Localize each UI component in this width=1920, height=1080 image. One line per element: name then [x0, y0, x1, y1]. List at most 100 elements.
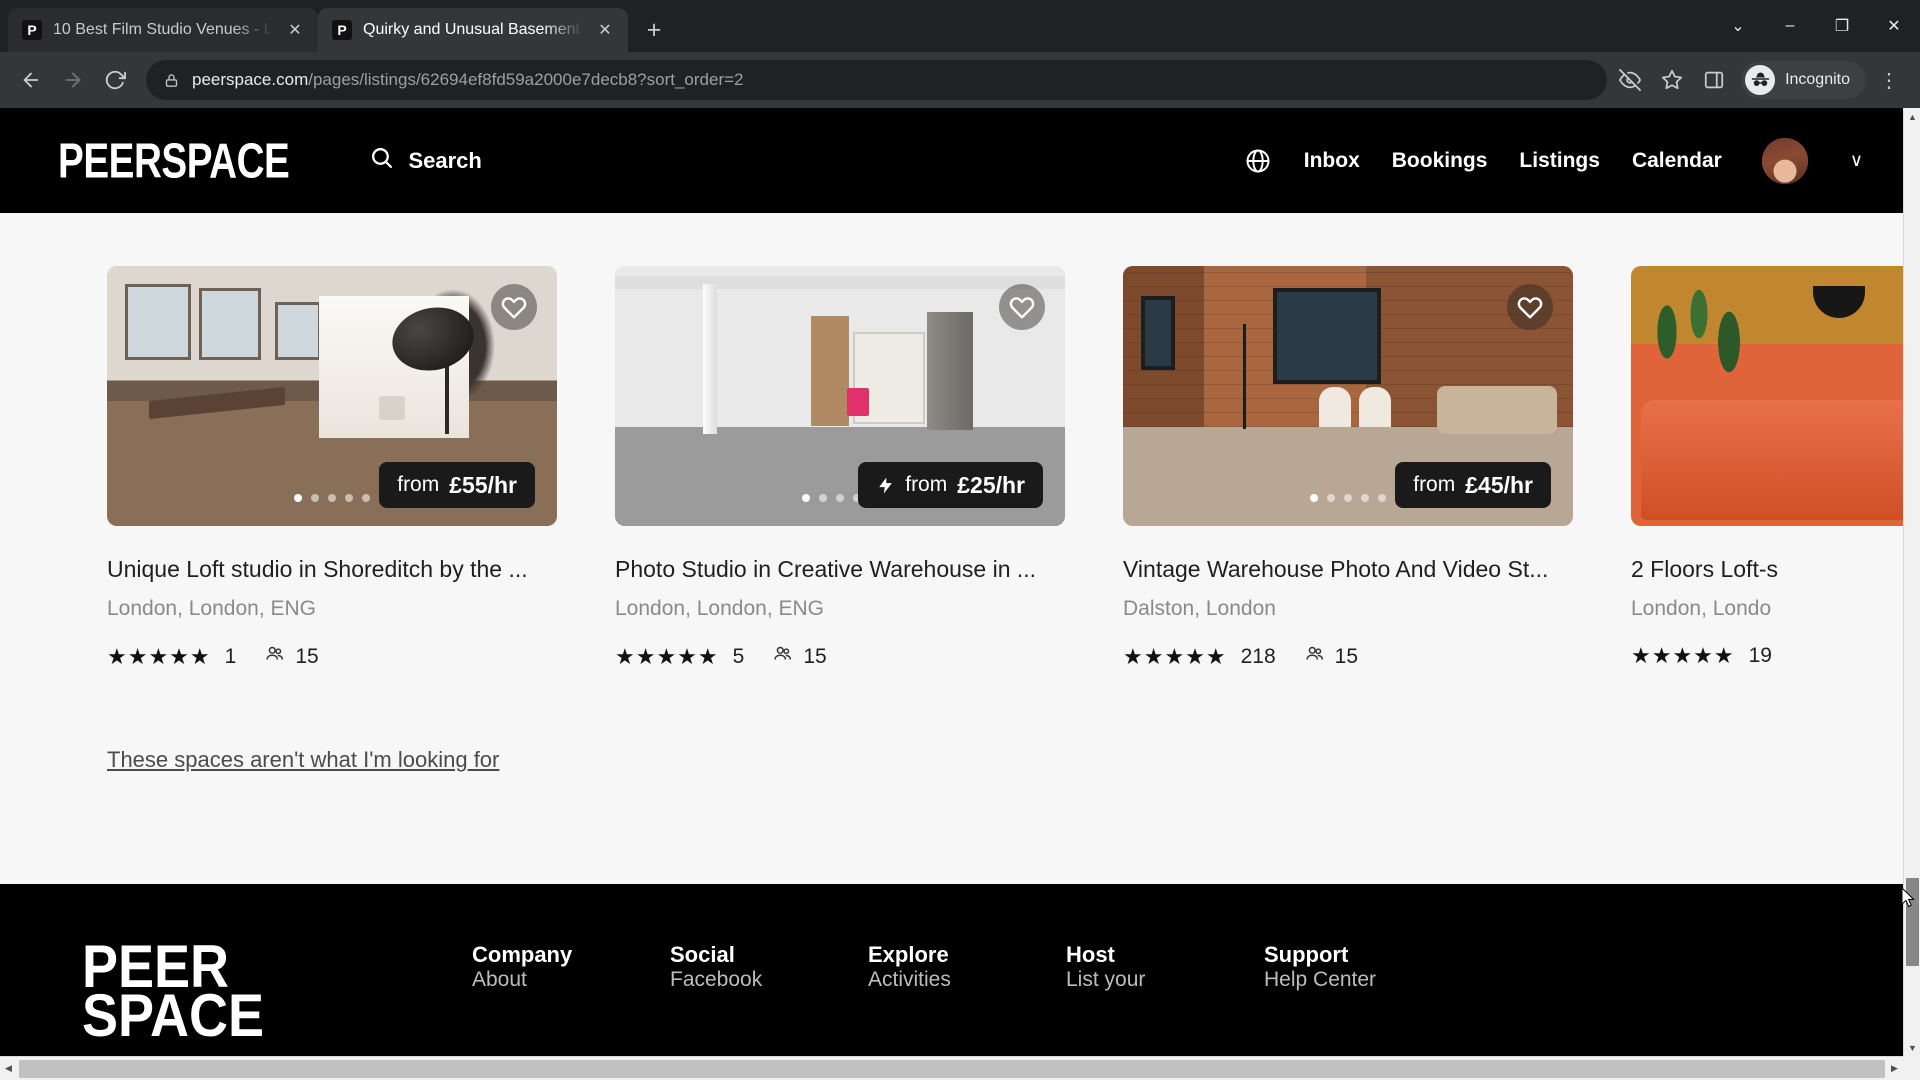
nav-item-listings[interactable]: Listings [1519, 149, 1600, 173]
horizontal-scrollbar-thumb[interactable] [19, 1060, 1885, 1078]
scroll-up-arrow-icon[interactable]: ▲ [1904, 108, 1920, 125]
nav-item-inbox[interactable]: Inbox [1304, 149, 1360, 173]
close-window-button[interactable]: ✕ [1868, 0, 1920, 52]
footer-column-support: Support Help Center [1264, 942, 1462, 1040]
capacity-count: 15 [803, 645, 827, 668]
eye-slash-icon[interactable] [1611, 61, 1649, 99]
scroll-down-arrow-icon[interactable]: ▼ [1904, 1039, 1920, 1056]
reload-button[interactable] [96, 61, 134, 99]
incognito-icon [1745, 65, 1776, 95]
peerspace-logo[interactable]: PEERSPACE [58, 132, 290, 189]
capacity-group: 15 [772, 643, 827, 671]
listing-title[interactable]: Unique Loft studio in Shoreditch by the … [107, 556, 557, 583]
listing-location: London, London, ENG [107, 597, 316, 620]
maximize-button[interactable]: ❐ [1816, 0, 1868, 52]
carousel-dot[interactable] [1361, 494, 1369, 502]
carousel-dots[interactable] [294, 494, 370, 502]
capacity-group: 15 [1304, 643, 1358, 671]
carousel-dot[interactable] [328, 494, 336, 502]
rating-stars: ★★★★★ [1631, 643, 1735, 668]
carousel-dot[interactable] [1327, 494, 1335, 502]
address-bar[interactable]: peerspace.com/pages/listings/62694ef8fd5… [146, 60, 1608, 100]
not-looking-for-link[interactable]: These spaces aren't what I'm looking for [107, 747, 499, 773]
star-icon[interactable] [1653, 61, 1691, 99]
listing-stats: ★★★★★ 1 15 [107, 643, 557, 671]
carousel-dot[interactable] [1344, 494, 1352, 502]
avatar[interactable] [1761, 137, 1808, 184]
carousel-dot[interactable] [362, 494, 370, 502]
listing-card[interactable]: from £55/hr Unique Loft studio in Shored… [107, 266, 557, 671]
capacity-count: 15 [1334, 645, 1359, 668]
vertical-scrollbar[interactable]: ▲ ▼ [1903, 108, 1920, 1056]
listing-location: Dalston, London [1123, 597, 1276, 620]
browser-menu-icon[interactable]: ⋮ [1870, 61, 1908, 99]
price-prefix: from [905, 473, 948, 496]
carousel-dot[interactable] [1378, 494, 1386, 502]
scroll-right-arrow-icon[interactable]: ▶ [1886, 1057, 1903, 1080]
nav-item-calendar[interactable]: Calendar [1632, 149, 1722, 173]
listing-card[interactable]: 2 Floors Loft-s London, Londo ★★★★★ 19 [1631, 266, 1920, 669]
review-count: 1 [224, 645, 237, 668]
listing-card[interactable]: from £25/hr Photo Studio in Creative War… [615, 266, 1065, 671]
browser-tab-1[interactable]: P 10 Best Film Studio Venues - Lon ✕ [8, 8, 318, 52]
footer-peerspace-logo[interactable]: PEER SPACE [82, 936, 352, 1045]
review-count: 19 [1748, 644, 1772, 667]
favorite-heart-icon[interactable] [1507, 284, 1553, 330]
favorite-heart-icon[interactable] [491, 284, 537, 330]
carousel-dot[interactable] [345, 494, 353, 502]
listing-image[interactable]: from £25/hr [615, 266, 1065, 526]
listing-image[interactable] [1631, 266, 1920, 526]
forward-button[interactable] [54, 61, 92, 99]
capacity-group: 15 [264, 643, 319, 671]
scroll-left-arrow-icon[interactable]: ◀ [0, 1057, 17, 1080]
carousel-dot[interactable] [1310, 494, 1318, 502]
price-badge: from £25/hr [858, 462, 1043, 508]
url-text: peerspace.com/pages/listings/62694ef8fd5… [192, 70, 1599, 90]
price-badge: from £55/hr [379, 462, 535, 508]
rating-stars: ★★★★★ [1123, 644, 1227, 669]
incognito-indicator[interactable]: Incognito [1741, 61, 1866, 99]
side-panel-icon[interactable] [1695, 61, 1733, 99]
new-tab-button[interactable]: + [636, 12, 672, 48]
footer-heading: Company [472, 942, 573, 967]
globe-icon[interactable] [1244, 147, 1272, 175]
browser-tab-2[interactable]: P Quirky and Unusual Basement Sp ✕ [318, 8, 628, 52]
footer-column-explore: Explore Activities [868, 942, 1066, 1040]
carousel-dot[interactable] [311, 494, 319, 502]
listing-cards-strip: from £55/hr Unique Loft studio in Shored… [0, 213, 1920, 671]
favorite-heart-icon[interactable] [999, 284, 1045, 330]
listing-image[interactable]: from £55/hr [107, 266, 557, 526]
tab-search-chevron-icon[interactable]: ⌄ [1712, 0, 1764, 52]
listing-title[interactable]: Vintage Warehouse Photo And Video St... [1123, 556, 1573, 583]
carousel-dot[interactable] [294, 494, 302, 502]
search-button[interactable]: Search [369, 145, 482, 176]
price-prefix: from [1413, 473, 1456, 496]
footer-link-list-your[interactable]: List your [1066, 968, 1145, 991]
chevron-down-icon[interactable]: ∨ [1850, 150, 1863, 171]
footer-link-about[interactable]: About [472, 968, 527, 991]
listing-image[interactable]: from £45/hr [1123, 266, 1573, 526]
tab-close-icon[interactable]: ✕ [594, 19, 616, 41]
carousel-dot[interactable] [836, 494, 844, 502]
footer-heading: Explore [868, 942, 949, 967]
listing-stats: ★★★★★ 19 [1631, 643, 1920, 669]
horizontal-scrollbar[interactable]: ◀ ▶ [0, 1056, 1920, 1080]
listing-card[interactable]: from £45/hr Vintage Warehouse Photo And … [1123, 266, 1573, 671]
footer-link-activities[interactable]: Activities [868, 968, 951, 991]
footer-link-facebook[interactable]: Facebook [670, 968, 762, 991]
back-button[interactable] [12, 61, 50, 99]
nav-item-bookings[interactable]: Bookings [1392, 149, 1488, 173]
vertical-scrollbar-thumb[interactable] [1906, 878, 1919, 966]
listing-title[interactable]: Photo Studio in Creative Warehouse in ..… [615, 556, 1065, 583]
people-icon [1304, 643, 1326, 671]
footer-heading: Support [1264, 942, 1349, 967]
carousel-dot[interactable] [802, 494, 810, 502]
carousel-dots[interactable] [1310, 494, 1386, 502]
tab-close-icon[interactable]: ✕ [284, 19, 306, 41]
carousel-dot[interactable] [819, 494, 827, 502]
footer-link-help-center[interactable]: Help Center [1264, 968, 1376, 991]
listing-title[interactable]: 2 Floors Loft-s [1631, 556, 1920, 583]
url-domain: peerspace.com [192, 70, 309, 89]
site-footer: PEER SPACE Company About Social Facebook… [0, 884, 1903, 1056]
minimize-button[interactable]: – [1764, 0, 1816, 52]
